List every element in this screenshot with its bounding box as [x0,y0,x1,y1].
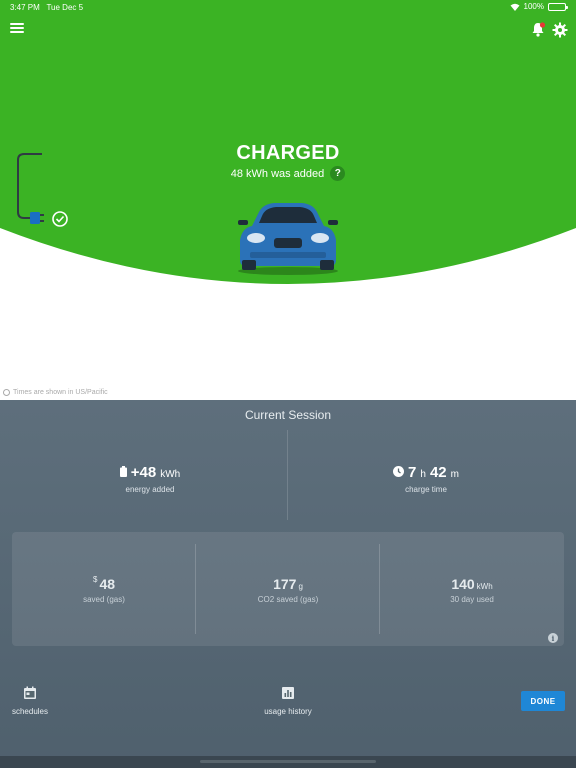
status-time: 3:47 PM Tue Dec 5 [10,3,84,12]
charge-time-label: charge time [405,485,447,494]
battery-charge-icon [119,466,127,477]
usage-value: 140 [451,576,475,592]
charge-minutes: 42 [429,464,447,481]
notifications-icon[interactable] [530,21,546,39]
energy-added-value: +48 [130,464,157,481]
usage-unit: kWh [476,582,493,591]
timezone-note-text: Times are shown in US/Pacific [13,389,108,396]
charge-time-stat: 7 h 42 m charge time [282,464,570,494]
money-saved-stat: $ 48 saved (gas) [12,532,196,646]
usage-history-label: usage history [264,707,312,716]
co2-saved-stat: 177 g CO2 saved (gas) [196,532,380,646]
calendar-icon [24,686,36,699]
charge-hours: 7 [408,464,417,481]
wifi-icon [510,3,520,11]
car-icon [238,203,338,275]
charging-cable-icon [17,153,68,227]
battery-percent: 100% [523,2,544,11]
co2-saved-unit: g [298,582,303,591]
status-right: 100% [510,2,568,11]
energy-added-stat: +48 kWh energy added [6,464,294,494]
battery-icon [548,2,568,11]
schedules-label: schedules [11,707,49,716]
clock-icon [3,389,10,396]
home-indicator-bar [0,756,576,768]
usage-stat: 140 kWh 30 day used [380,532,564,646]
minutes-unit: m [450,469,459,480]
money-saved-value: 48 [99,576,116,592]
timezone-note: Times are shown in US/Pacific [3,389,108,396]
energy-added-text: 48 kWh was added [230,167,325,180]
system-status-bar: 3:47 PM Tue Dec 5 100% [0,0,576,14]
menu-icon[interactable] [10,23,24,37]
savings-card: $ 48 saved (gas) 177 g CO2 saved (gas) 1… [12,532,564,646]
settings-icon[interactable] [552,21,568,39]
usage-history-button[interactable]: usage history [258,686,318,716]
hours-unit: h [420,469,426,480]
bar-chart-icon [282,687,294,699]
currency-symbol: $ [92,575,98,584]
money-saved-label: saved (gas) [83,595,125,604]
co2-saved-label: CO2 saved (gas) [257,595,319,604]
usage-label: 30 day used [450,595,494,604]
energy-added-summary: 48 kWh was added ? [0,166,576,181]
home-indicator[interactable] [200,760,376,763]
help-icon[interactable]: ? [330,166,346,181]
energy-added-unit: kWh [160,469,181,480]
charge-status-title: CHARGED [236,142,340,164]
schedules-button[interactable]: schedules [8,686,52,716]
clock-icon [393,466,405,477]
co2-saved-value: 177 [273,576,297,592]
session-title: Current Session [244,408,332,422]
charge-status-hero: CHARGED 48 kWh was added ? Times are sho… [0,0,576,400]
done-button[interactable]: DONE [521,691,565,711]
energy-added-label: energy added [125,485,175,494]
info-icon[interactable]: i [548,633,558,643]
top-toolbar [0,20,576,40]
